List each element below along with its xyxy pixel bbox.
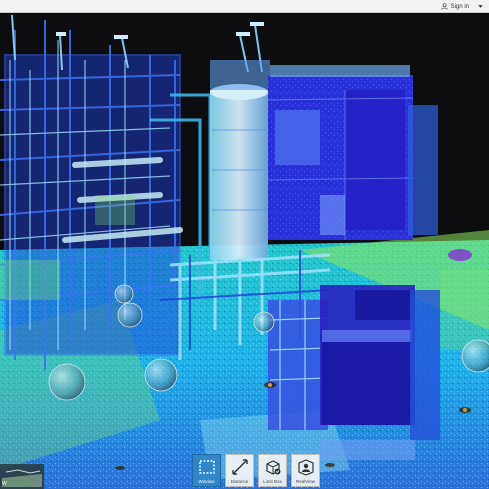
measurement-toolbar: Window Distance Limit Box RealView <box>192 454 320 489</box>
scan-location-marker[interactable] <box>114 284 134 304</box>
limit-box-icon <box>265 460 280 475</box>
distance-tool-button[interactable]: Distance <box>225 454 254 487</box>
distance-tool-label: Distance <box>230 479 249 484</box>
scan-location-marker[interactable] <box>48 363 86 401</box>
top-bar: Sign in <box>0 0 489 13</box>
limit-box-tool-label: Limit Box <box>263 479 282 484</box>
point-cloud-scene[interactable] <box>0 0 489 489</box>
realview-icon <box>297 459 314 476</box>
limit-box-tool-button[interactable]: Limit Box <box>258 454 287 487</box>
scan-location-marker[interactable] <box>117 302 143 328</box>
point-cloud-viewer[interactable]: Sign in W Window Distance Limit Box Real… <box>0 0 489 489</box>
window-tool-button[interactable]: Window <box>192 454 221 487</box>
scan-location-marker[interactable] <box>461 339 489 373</box>
window-tool-label: Window <box>198 479 215 484</box>
sign-in-label: Sign in <box>450 3 469 10</box>
minimap-label: W <box>2 481 7 487</box>
caret-down-icon[interactable] <box>477 3 484 10</box>
scan-location-marker[interactable] <box>144 358 178 392</box>
sign-in-link[interactable]: Sign in <box>440 1 469 12</box>
user-icon <box>440 3 448 10</box>
realview-tool-label: RealView <box>296 479 315 484</box>
measure-distance-icon <box>231 459 248 475</box>
selection-window-icon <box>198 460 215 474</box>
realview-tool-button[interactable]: RealView <box>291 454 320 487</box>
scan-location-marker[interactable] <box>253 311 275 333</box>
